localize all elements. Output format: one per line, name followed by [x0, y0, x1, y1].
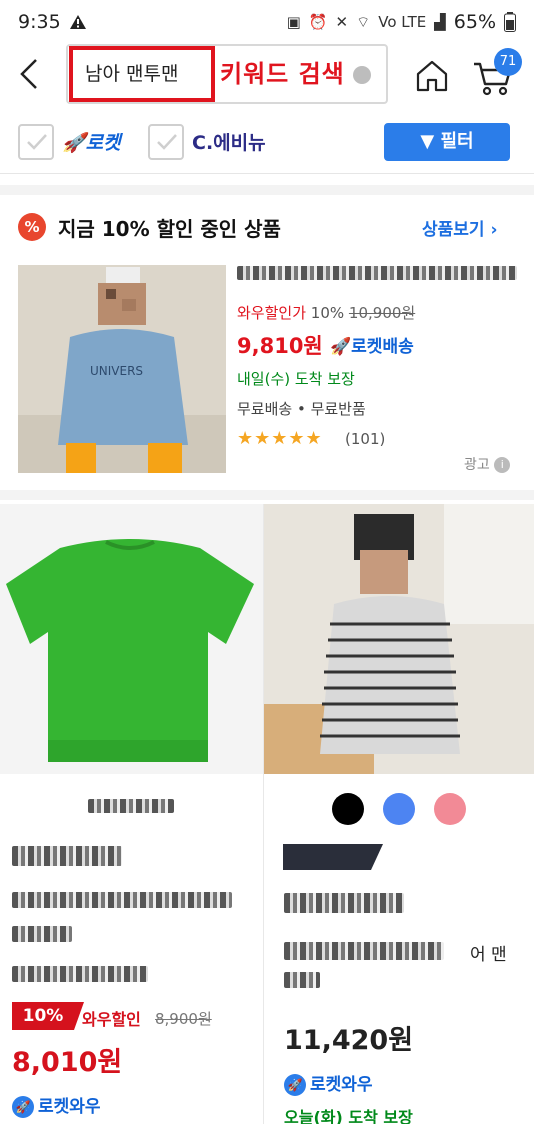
blurred-title[interactable]	[12, 892, 232, 908]
rocket-wow-badge: 🚀 로켓와우	[284, 1070, 373, 1096]
rocket-wow-badge: 🚀 로켓와우	[12, 1092, 101, 1118]
svg-text:UNIVERS: UNIVERS	[90, 364, 143, 378]
ad-price: 9,810원	[237, 334, 323, 358]
original-price: 8,900원	[155, 1010, 212, 1028]
ad-delivery-badge: 🚀로켓배송	[330, 337, 414, 357]
product-price: 8,010원	[12, 1047, 123, 1078]
blurred-title[interactable]	[12, 966, 148, 982]
blurred-seller	[284, 893, 404, 913]
product-image-striped-sweatshirt[interactable]	[264, 504, 534, 774]
percent-icon: %	[18, 213, 46, 241]
rocket-filter-label[interactable]: 🚀로켓	[62, 128, 121, 155]
keyword-search-annotation: 키워드 검색	[220, 60, 345, 88]
filter-button[interactable]: ▼ 필터	[384, 123, 510, 161]
filter-bar: 🚀로켓 C.에비뉴 ▼ 필터	[0, 112, 534, 174]
mute-icon: ✕	[335, 13, 349, 31]
home-icon[interactable]	[412, 56, 452, 96]
signal-icon: ▟	[434, 13, 446, 31]
review-count: (101)	[345, 430, 386, 448]
blurred-label-chip	[283, 844, 383, 870]
ad-discount-row: 와우할인가 10% 10,900원	[237, 304, 416, 322]
color-swatch-black[interactable]	[332, 793, 364, 825]
color-swatch-pink[interactable]	[434, 793, 466, 825]
battery-percent: 65%	[453, 11, 496, 33]
product-price: 11,420원	[284, 1025, 414, 1056]
color-swatch-blue[interactable]	[383, 793, 415, 825]
section-divider	[0, 490, 534, 500]
info-icon: i	[494, 457, 511, 473]
section-divider	[0, 185, 534, 195]
nfc-icon: ▣	[286, 13, 301, 31]
blurred-brand	[88, 799, 174, 813]
rocket-icon: 🚀	[330, 337, 352, 357]
alarm-icon: ⏰	[308, 13, 328, 31]
promo-title: 지금 10% 할인 중인 상품	[58, 217, 281, 241]
chevron-right-icon: ›	[490, 220, 498, 240]
arrival-guarantee: 오늘(화) 도착 보장	[284, 1108, 413, 1124]
funnel-icon: ▼	[420, 131, 435, 152]
back-arrow-icon[interactable]	[14, 54, 44, 94]
rocket-checkbox[interactable]	[18, 124, 54, 160]
blurred-title[interactable]	[284, 972, 320, 988]
ad-product-title[interactable]	[237, 266, 517, 280]
blurred-title[interactable]	[284, 942, 444, 960]
product-title-tail[interactable]: 어 맨	[470, 940, 507, 965]
promo-header: % 지금 10% 할인 중인 상품 상품보기 ›	[0, 205, 534, 251]
search-header: 남아 맨투맨 키워드 검색 71	[0, 44, 534, 106]
discount-tag: 10%	[12, 1002, 84, 1030]
product-image-green-sweatshirt[interactable]	[0, 504, 263, 774]
rocket-icon: 🚀	[62, 132, 86, 154]
ad-label[interactable]: 광고 i	[464, 454, 511, 474]
battery-icon	[504, 12, 516, 32]
wow-discount-label: 와우할인	[82, 1010, 141, 1029]
lte-label: Vo LTE	[378, 13, 427, 31]
c-avenue-filter-label[interactable]: C.에비뉴	[192, 128, 266, 155]
blurred-title[interactable]	[12, 926, 72, 942]
ad-product-image[interactable]: UNIVERS	[18, 265, 226, 473]
blurred-seller	[12, 846, 122, 866]
star-rating: ★★★★★	[237, 428, 323, 449]
c-avenue-checkbox[interactable]	[148, 124, 184, 160]
ad-shipping: 무료배송 • 무료반품	[237, 400, 366, 418]
status-bar: 9:35 ▣ ⏰ ✕ ⌔ Vo LTE ▟ 65%	[0, 0, 534, 44]
wifi-icon: ⌔	[356, 12, 371, 31]
rocket-icon: 🚀	[12, 1096, 34, 1118]
status-time: 9:35	[18, 11, 61, 33]
view-products-link[interactable]: 상품보기 ›	[422, 215, 498, 240]
cart-count-badge: 71	[494, 48, 522, 76]
search-query-text[interactable]: 남아 맨투맨	[69, 46, 215, 102]
rocket-icon: 🚀	[284, 1074, 306, 1096]
warning-icon	[69, 15, 86, 29]
blurred-title	[237, 266, 517, 280]
clear-search-icon[interactable]	[353, 66, 371, 84]
ad-arrival: 내일(수) 도착 보장	[237, 370, 355, 388]
